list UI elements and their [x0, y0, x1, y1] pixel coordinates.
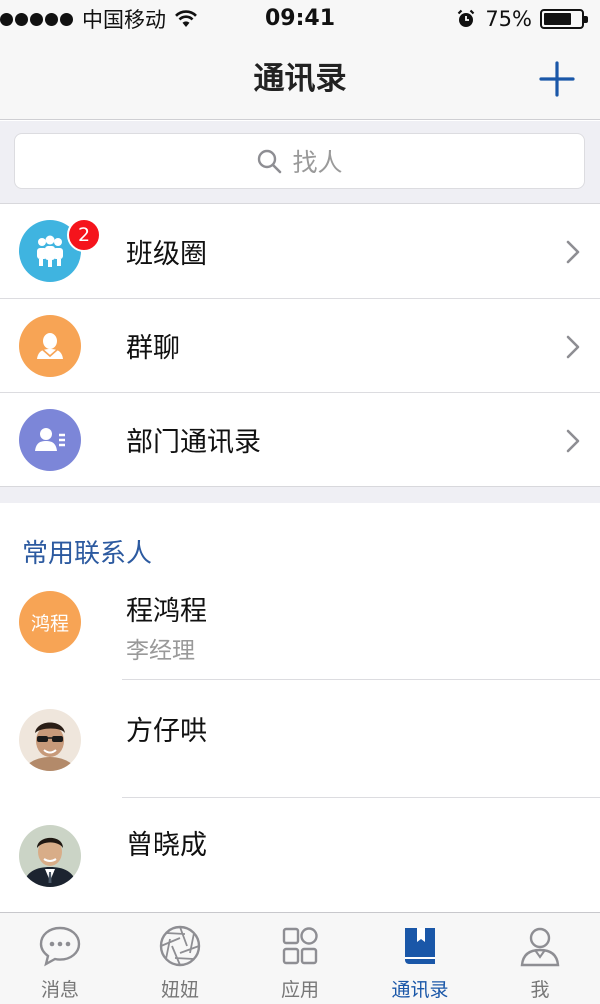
menu-list: 2 班级圈 群聊 部门通讯录: [0, 203, 600, 487]
chevron-right-icon: [566, 240, 580, 264]
carrier-label: 中国移动: [82, 8, 166, 32]
page-title: 通讯录: [253, 61, 347, 97]
section-gap: [0, 487, 600, 503]
notification-badge: 2: [67, 218, 101, 252]
section-title: 常用联系人: [22, 539, 153, 569]
chevron-right-icon: [566, 335, 580, 359]
tab-me[interactable]: 我: [480, 913, 600, 1004]
contact-name: 程鸿程: [126, 596, 207, 627]
battery-fill: [544, 13, 571, 25]
tab-messages[interactable]: 消息: [0, 913, 120, 1004]
tab-bar: 消息 妞妞 应用 通讯录 我: [0, 912, 600, 1004]
contact-item[interactable]: 曾晓成: [0, 797, 600, 915]
tab-apps[interactable]: 应用: [240, 913, 360, 1004]
tab-label: 应用: [280, 979, 319, 1001]
plus-icon: [539, 61, 575, 97]
menu-item-group-chat[interactable]: 群聊: [0, 298, 600, 392]
tab-niuniu[interactable]: 妞妞: [120, 913, 240, 1004]
menu-item-class-circle[interactable]: 2 班级圈: [0, 204, 600, 298]
search-placeholder: 找人: [292, 148, 343, 177]
battery-percent: 75%: [485, 7, 532, 31]
group-chat-icon: [19, 315, 81, 377]
search-icon: [258, 149, 282, 174]
menu-item-label: 部门通讯录: [126, 427, 261, 458]
battery-icon: [540, 9, 588, 29]
profile-icon: [520, 927, 560, 967]
avatar-initials: 鸿程: [30, 612, 69, 635]
contact-item[interactable]: 方仔哄: [0, 679, 600, 797]
alarm-icon: [458, 9, 475, 27]
status-right: 75%: [456, 0, 588, 38]
chat-bubble-icon: [39, 926, 81, 967]
nav-bar: 通讯录: [0, 38, 600, 120]
tab-label: 通讯录: [391, 979, 449, 1001]
tab-label: 妞妞: [160, 979, 199, 1001]
contact-name: 方仔哄: [126, 716, 207, 747]
avatar: [19, 825, 81, 887]
search-area: 找人: [0, 121, 600, 203]
avatar: 鸿程: [19, 591, 81, 653]
contacts-book-icon: [405, 928, 435, 964]
contact-title: 李经理: [126, 638, 195, 664]
tab-contacts[interactable]: 通讯录: [360, 913, 480, 1004]
menu-item-label: 班级圈: [126, 238, 207, 270]
avatar: [19, 709, 81, 771]
status-left: 中国移动: [0, 0, 198, 38]
department-directory-icon: [19, 409, 81, 471]
apps-grid-icon: [282, 927, 318, 965]
signal-dots-icon: [0, 12, 75, 26]
frequent-contacts: 常用联系人 鸿程 程鸿程 李经理 方仔哄 曾晓成: [0, 503, 600, 913]
contact-name: 曾晓成: [126, 830, 207, 861]
add-button[interactable]: [538, 60, 576, 98]
wifi-icon: [175, 10, 197, 27]
camera-aperture-icon: [159, 925, 201, 967]
search-input[interactable]: 找人: [14, 133, 585, 189]
tab-label: 消息: [40, 979, 79, 1001]
menu-item-department-directory[interactable]: 部门通讯录: [0, 392, 600, 486]
tab-label: 我: [530, 979, 550, 1001]
status-bar: 中国移动 09:41 75%: [0, 0, 600, 38]
menu-item-label: 群聊: [126, 333, 180, 364]
chevron-right-icon: [566, 429, 580, 453]
